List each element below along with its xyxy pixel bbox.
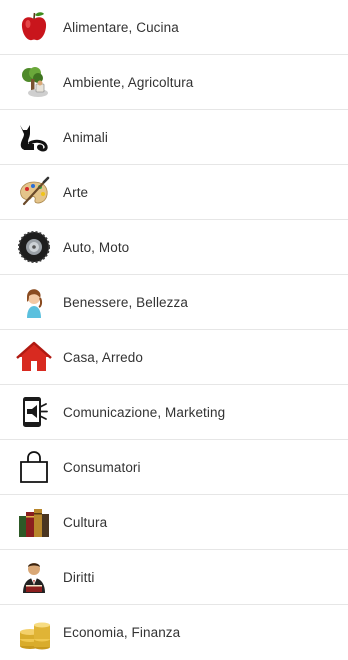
category-label: Economia, Finanza [63, 625, 181, 640]
reader-icon [16, 559, 52, 595]
category-label: Benessere, Bellezza [63, 294, 188, 310]
category-item-benessere[interactable]: Benessere, Bellezza [0, 275, 348, 330]
category-label: Consumatori [63, 459, 141, 475]
shopping-bag-icon [16, 449, 52, 485]
woman-icon [16, 284, 52, 320]
category-label: Casa, Arredo [63, 349, 143, 365]
category-item-comunicazione[interactable]: Comunicazione, Marketing [0, 385, 348, 440]
category-label: Ambiente, Agricoltura [63, 74, 194, 90]
category-item-consumatori[interactable]: Consumatori [0, 440, 348, 495]
house-icon [16, 339, 52, 375]
palette-icon [16, 174, 52, 210]
category-label: Arte [63, 184, 89, 200]
category-label: Auto, Moto [63, 239, 130, 255]
tire-icon [16, 229, 52, 265]
category-item-animali[interactable]: Animali [0, 110, 348, 165]
category-item-cultura[interactable]: Cultura [0, 495, 348, 550]
category-label: Comunicazione, Marketing [63, 404, 226, 420]
category-item-economia[interactable]: Economia, Finanza [0, 605, 348, 660]
category-label: Cultura [63, 514, 108, 530]
apple-icon [16, 9, 52, 45]
category-list: Alimentare, Cucina Ambiente, Agricoltura [0, 0, 348, 660]
tree-icon [16, 64, 52, 100]
category-item-alimentare[interactable]: Alimentare, Cucina [0, 0, 348, 55]
coins-icon [16, 615, 52, 651]
category-item-diritti[interactable]: Diritti [0, 550, 348, 605]
category-item-auto[interactable]: Auto, Moto [0, 220, 348, 275]
category-item-arte[interactable]: Arte [0, 165, 348, 220]
category-item-ambiente[interactable]: Ambiente, Agricoltura [0, 55, 348, 110]
category-item-casa[interactable]: Casa, Arredo [0, 330, 348, 385]
category-label: Diritti [63, 569, 95, 585]
megaphone-phone-icon [16, 394, 52, 430]
books-icon [16, 504, 52, 540]
category-label: Alimentare, Cucina [63, 19, 179, 35]
category-label: Animali [63, 129, 108, 145]
cat-icon [16, 119, 52, 155]
